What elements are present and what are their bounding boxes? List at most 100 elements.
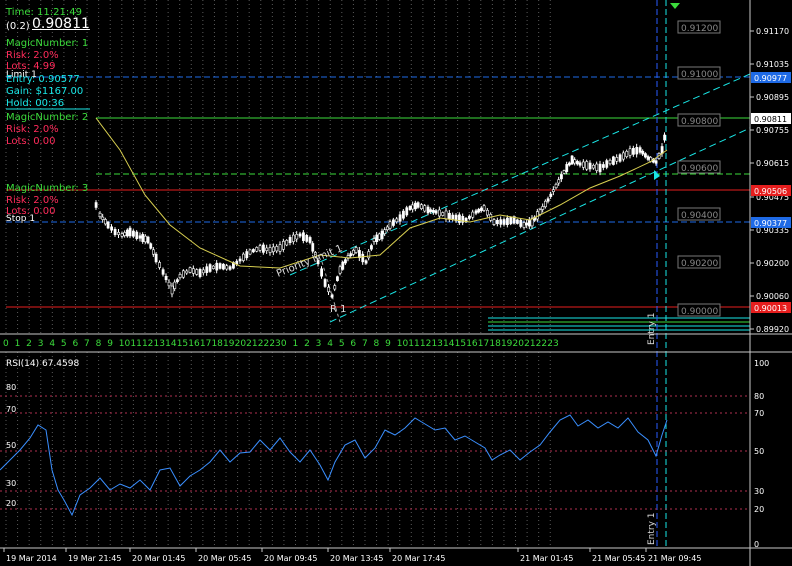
hour-label: 19 xyxy=(223,339,235,349)
magic2-label: MagicNumber: 2 xyxy=(6,112,89,123)
candle-body xyxy=(298,233,302,237)
rsi-right-tick: 70 xyxy=(754,409,764,418)
candle-body xyxy=(258,245,262,251)
candle-body xyxy=(595,163,599,171)
hour-label: 21 xyxy=(524,339,535,349)
candle-body xyxy=(618,154,622,162)
hour-label: 0 xyxy=(3,339,9,349)
candle-body xyxy=(562,170,566,174)
candle-body xyxy=(149,243,153,249)
candle-body xyxy=(275,246,279,252)
candle-body xyxy=(330,294,334,298)
rsi-right-tick: 0 xyxy=(754,540,759,549)
candle-body xyxy=(451,214,455,220)
rsi-title: RSI(14) 67.4598 xyxy=(6,359,79,369)
candle-body xyxy=(438,209,441,217)
rsi-right-tick: 100 xyxy=(754,359,769,368)
candle-body xyxy=(245,251,249,259)
candle-body xyxy=(568,162,571,166)
candle-body xyxy=(474,210,478,214)
candle-body xyxy=(516,219,519,224)
candle-body xyxy=(361,253,365,263)
level-label: 0.90600 xyxy=(681,164,718,174)
candle-body xyxy=(423,205,427,212)
hour-label: 10 xyxy=(119,339,131,349)
hour-label: 13 xyxy=(431,339,442,349)
magic1-label: MagicNumber: 1 xyxy=(6,38,89,49)
candle-body xyxy=(392,219,395,226)
candle-body xyxy=(482,205,486,211)
hour-label: 4 xyxy=(49,339,55,349)
candle-body xyxy=(598,163,602,173)
candle-body xyxy=(372,238,376,242)
candle-body xyxy=(612,156,615,165)
candle-body xyxy=(544,200,547,208)
candle-body xyxy=(170,285,174,295)
current-price: 0.90811 xyxy=(32,16,90,32)
candle-body xyxy=(141,234,145,242)
candle-body xyxy=(341,261,345,270)
rsi-entry-marker-label: Entry 1 xyxy=(647,512,657,545)
candle-body xyxy=(305,235,309,242)
candle-body xyxy=(202,269,205,274)
hold-label: Hold: 00:36 xyxy=(6,98,65,109)
candle-body xyxy=(622,152,625,160)
candle-body xyxy=(405,207,409,216)
candle-body xyxy=(585,161,589,170)
chart-canvas[interactable]: 0.91200 0.91000 0.90800 0.90600 0.90400 0.902… xyxy=(0,0,792,566)
price-tick-label: 0.91035 xyxy=(756,60,789,69)
candle-body xyxy=(101,216,105,220)
candle-body xyxy=(344,259,347,264)
candle-body xyxy=(448,212,451,220)
price-tick-label: 0.90895 xyxy=(756,93,789,102)
hour-label: 23 xyxy=(269,339,280,349)
candle-body xyxy=(126,229,129,237)
price-tick-label: 0.90200 xyxy=(756,259,789,268)
hour-label: 6 xyxy=(350,339,356,349)
candle-body xyxy=(576,161,579,165)
hour-label: 20 xyxy=(235,339,247,349)
candle-body xyxy=(185,270,189,274)
candle-body xyxy=(395,218,399,223)
candle-body xyxy=(235,261,239,265)
candle-body xyxy=(282,241,285,250)
hour-label: 6 xyxy=(72,339,78,349)
hour-label: 22 xyxy=(258,339,269,349)
candle-body xyxy=(323,279,327,287)
hour-label: 3 xyxy=(38,339,44,349)
hour-label: 5 xyxy=(339,339,345,349)
candle-body xyxy=(336,276,339,281)
price-tick-label: 0.90615 xyxy=(756,159,789,168)
candle-body xyxy=(557,179,561,184)
candle-body xyxy=(205,266,209,273)
priority-limit-label: Priority limit 1 xyxy=(275,243,344,280)
gain-label: Gain: $1167.00 xyxy=(6,86,84,97)
date-label: 21 Mar 01:45 xyxy=(520,554,573,563)
candle-body xyxy=(228,266,232,270)
candle-body xyxy=(383,229,387,234)
candle-body xyxy=(541,206,545,210)
candle-body xyxy=(255,247,259,252)
price-badge-label: 0.90013 xyxy=(754,304,787,313)
level-label: 0.90200 xyxy=(681,259,718,269)
candle-body xyxy=(499,219,503,225)
hour-label: 21 xyxy=(246,339,257,349)
date-label: 21 Mar 09:45 xyxy=(648,554,701,563)
hour-label: 10 xyxy=(397,339,409,349)
candle-body xyxy=(333,285,337,290)
hour-label: 18 xyxy=(489,339,501,349)
candlestick-series xyxy=(94,132,667,299)
candle-body xyxy=(123,232,127,236)
candle-body xyxy=(588,162,592,170)
candle-body xyxy=(195,269,199,275)
candle-body xyxy=(238,258,242,262)
candle-body xyxy=(420,204,423,209)
candle-body xyxy=(120,233,124,237)
candle-body xyxy=(388,221,392,229)
candle-body xyxy=(638,147,642,153)
price-tick-label: 0.90060 xyxy=(756,292,789,301)
candle-body xyxy=(578,162,582,166)
hour-label: 15 xyxy=(177,339,188,349)
candle-body xyxy=(252,249,255,253)
candle-body xyxy=(506,217,509,225)
